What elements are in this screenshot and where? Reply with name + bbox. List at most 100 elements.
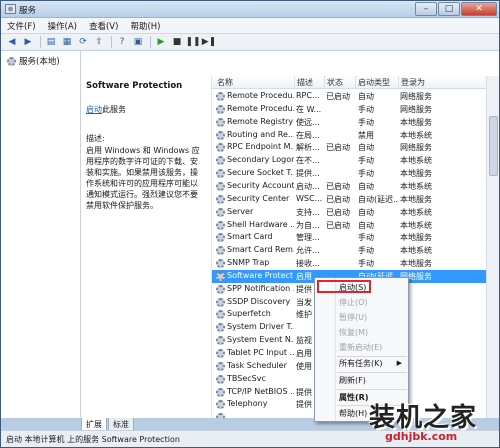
- menu-help[interactable]: 帮助(H): [130, 20, 160, 32]
- cell-name: RPC Endpoint M...: [227, 142, 294, 152]
- start-service-link[interactable]: 启动: [86, 105, 102, 114]
- cell-start: 自动: [358, 181, 374, 191]
- cell-logon: 网络服务: [400, 271, 432, 281]
- console-tree-icon[interactable]: ▤: [44, 36, 58, 49]
- cell-logon: 本地系统: [400, 130, 432, 140]
- vertical-scrollbar[interactable]: [486, 76, 499, 418]
- table-row[interactable]: Remote Procedu... 在 W... 手动 网络服务: [212, 103, 486, 116]
- table-row[interactable]: Shell Hardware ... 为自... 已启动 自动 本地系统: [212, 219, 486, 232]
- main-content: 服务(本地) Software Protection 启动此服务 描述: 启用 …: [1, 51, 499, 418]
- console-tree: 服务(本地): [1, 51, 81, 418]
- forward-arrow-icon[interactable]: ▶: [21, 36, 35, 49]
- table-row[interactable]: Security Center WSC... 已启动 自动(延迟... 本地服务: [212, 193, 486, 206]
- cell-desc: 在不...: [296, 156, 320, 166]
- minimize-icon[interactable]: –: [415, 2, 437, 16]
- service-gear-icon: [216, 104, 225, 114]
- cell-start: 自动: [358, 143, 374, 153]
- menu-view[interactable]: 查看(V): [89, 20, 118, 32]
- cell-start: 手动: [358, 156, 374, 166]
- menu-file[interactable]: 文件(F): [7, 20, 36, 32]
- service-gear-icon: [216, 336, 225, 346]
- close-icon[interactable]: ✕: [461, 2, 497, 16]
- menu-item-pause[interactable]: 暂停(U): [339, 312, 367, 323]
- start-icon[interactable]: ▶: [154, 36, 168, 49]
- description-label: 描述:: [86, 134, 105, 143]
- cell-name: Routing and Re...: [227, 129, 294, 139]
- back-arrow-icon[interactable]: ◀: [5, 36, 19, 49]
- cell-name: SSDP Discovery: [227, 296, 291, 306]
- column-divider[interactable]: [294, 76, 295, 89]
- menu-item-stop[interactable]: 停止(O): [339, 297, 368, 308]
- column-header-startup-type[interactable]: 启动类型: [358, 77, 390, 88]
- table-row[interactable]: Secure Socket T... 提供... 手动 本地服务: [212, 167, 486, 180]
- pause-icon[interactable]: ❚❚: [185, 36, 200, 49]
- restart-icon[interactable]: ▶❚: [202, 36, 216, 49]
- help-icon[interactable]: ?: [115, 36, 129, 49]
- service-gear-icon: [216, 297, 225, 307]
- column-header-name[interactable]: 名称: [217, 77, 233, 88]
- watermark: 装机之家 gdhjbk.com: [359, 397, 499, 447]
- table-row[interactable]: Security Account...启动... 已启动自动 本地系统: [212, 180, 486, 193]
- menu-item-restart[interactable]: 重新启动(E): [339, 342, 382, 353]
- cell-start: 手动: [358, 246, 374, 256]
- refresh-icon[interactable]: ⟳: [76, 36, 90, 49]
- cell-start: 手动: [358, 104, 374, 114]
- cell-status: 已启动: [326, 92, 350, 101]
- table-row[interactable]: Routing and Re... 在局... 禁用 本地系统: [212, 129, 486, 142]
- menu-item-refresh[interactable]: 刷新(F): [339, 375, 366, 386]
- cell-start: 自动: [358, 92, 374, 101]
- cell-desc: 提供...: [296, 169, 320, 179]
- cell-name: Security Center: [227, 193, 290, 203]
- cell-start: 手动: [358, 233, 374, 243]
- cell-name: Remote Procedu...: [227, 103, 294, 113]
- service-gear-icon: [216, 130, 225, 140]
- cell-name: Remote Registry: [227, 116, 294, 126]
- tree-item-services-local[interactable]: 服务(本地): [7, 55, 60, 67]
- menu-separator: [337, 356, 407, 357]
- menu-item-all-tasks[interactable]: 所有任务(K): [339, 358, 383, 369]
- maximize-icon[interactable]: □: [438, 2, 460, 16]
- start-link-suffix: 此服务: [102, 105, 126, 114]
- column-header-status[interactable]: 状态: [327, 77, 343, 88]
- export-icon[interactable]: ⇪: [92, 36, 106, 49]
- menu-bar: 文件(F) 操作(A) 查看(V) 帮助(H): [1, 18, 499, 34]
- column-header-logon-as[interactable]: 登录为: [401, 77, 425, 88]
- properties-icon[interactable]: ▦: [60, 36, 74, 49]
- cell-desc: 在局...: [296, 130, 320, 140]
- column-divider[interactable]: [355, 76, 356, 89]
- service-gear-icon: [216, 207, 225, 217]
- scrollbar-thumb[interactable]: [489, 116, 498, 176]
- cell-logon: 网络服务: [400, 104, 432, 114]
- column-divider[interactable]: [398, 76, 399, 89]
- table-row[interactable]: RPC Endpoint M... 解析... 已启动 自动 网络服务: [212, 141, 486, 154]
- table-row[interactable]: Remote Registry 使远... 手动 本地服务: [212, 116, 486, 129]
- table-row[interactable]: Smart Card Rem... 允许... 手动 本地系统: [212, 244, 486, 257]
- menu-item-resume[interactable]: 恢复(M): [339, 327, 368, 338]
- service-gear-icon: [216, 220, 225, 230]
- stop-icon[interactable]: ■: [170, 36, 184, 49]
- service-gear-icon: [216, 271, 225, 281]
- menu-separator: [337, 372, 407, 373]
- service-gear-icon: [216, 143, 225, 153]
- service-gear-icon: [216, 259, 225, 269]
- column-header-description[interactable]: 描述: [297, 77, 313, 88]
- cell-name: System Event N...: [227, 335, 294, 345]
- service-title: Software Protection: [86, 81, 183, 91]
- cell-desc: 支持...: [296, 207, 320, 217]
- title-bar[interactable]: 服务 – □ ✕: [1, 1, 499, 18]
- cell-desc: 在 W...: [296, 104, 322, 114]
- column-divider[interactable]: [324, 76, 325, 89]
- cell-status: 已启动: [326, 207, 350, 217]
- table-row[interactable]: Server 支持... 已启动 自动 本地系统: [212, 206, 486, 219]
- services-window: 服务 – □ ✕ 文件(F) 操作(A) 查看(V) 帮助(H) ◀ ▶ ▤ ▦…: [0, 0, 500, 448]
- table-row[interactable]: Remote Procedu... RPC... 已启动 自动 网络服务: [212, 90, 486, 103]
- view-icon[interactable]: ▣: [131, 36, 145, 49]
- table-row[interactable]: Smart Card 管理... 手动 本地服务: [212, 231, 486, 244]
- window-title: 服务: [19, 6, 37, 16]
- table-row[interactable]: SNMP Trap 接收... 手动 本地服务: [212, 257, 486, 270]
- cell-logon: 本地系统: [400, 220, 432, 230]
- status-text: 启动 本地计算机 上的服务 Software Protection: [6, 435, 180, 444]
- menu-item-start[interactable]: 启动(S): [339, 282, 366, 293]
- menu-action[interactable]: 操作(A): [48, 20, 77, 32]
- table-row[interactable]: Secondary Logon 在不... 手动 本地系统: [212, 154, 486, 167]
